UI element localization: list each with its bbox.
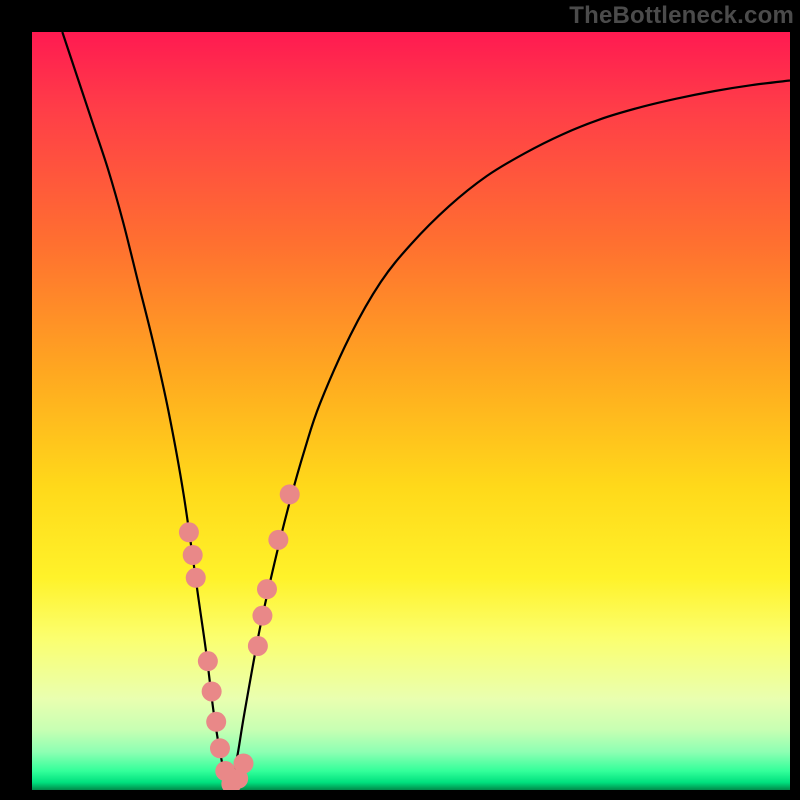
curve-layer bbox=[32, 32, 790, 790]
data-marker bbox=[202, 681, 222, 701]
data-marker bbox=[210, 738, 230, 758]
bottleneck-curve bbox=[62, 32, 790, 790]
plot-area bbox=[32, 32, 790, 790]
data-marker bbox=[257, 579, 277, 599]
data-marker bbox=[280, 484, 300, 504]
data-marker bbox=[186, 568, 206, 588]
data-marker bbox=[268, 530, 288, 550]
data-marker bbox=[233, 753, 253, 773]
data-marker bbox=[206, 712, 226, 732]
data-marker bbox=[183, 545, 203, 565]
chart-frame: TheBottleneck.com bbox=[0, 0, 800, 800]
watermark-text: TheBottleneck.com bbox=[569, 2, 794, 30]
data-marker bbox=[179, 522, 199, 542]
data-marker bbox=[248, 636, 268, 656]
data-marker bbox=[198, 651, 218, 671]
data-marker bbox=[252, 606, 272, 626]
